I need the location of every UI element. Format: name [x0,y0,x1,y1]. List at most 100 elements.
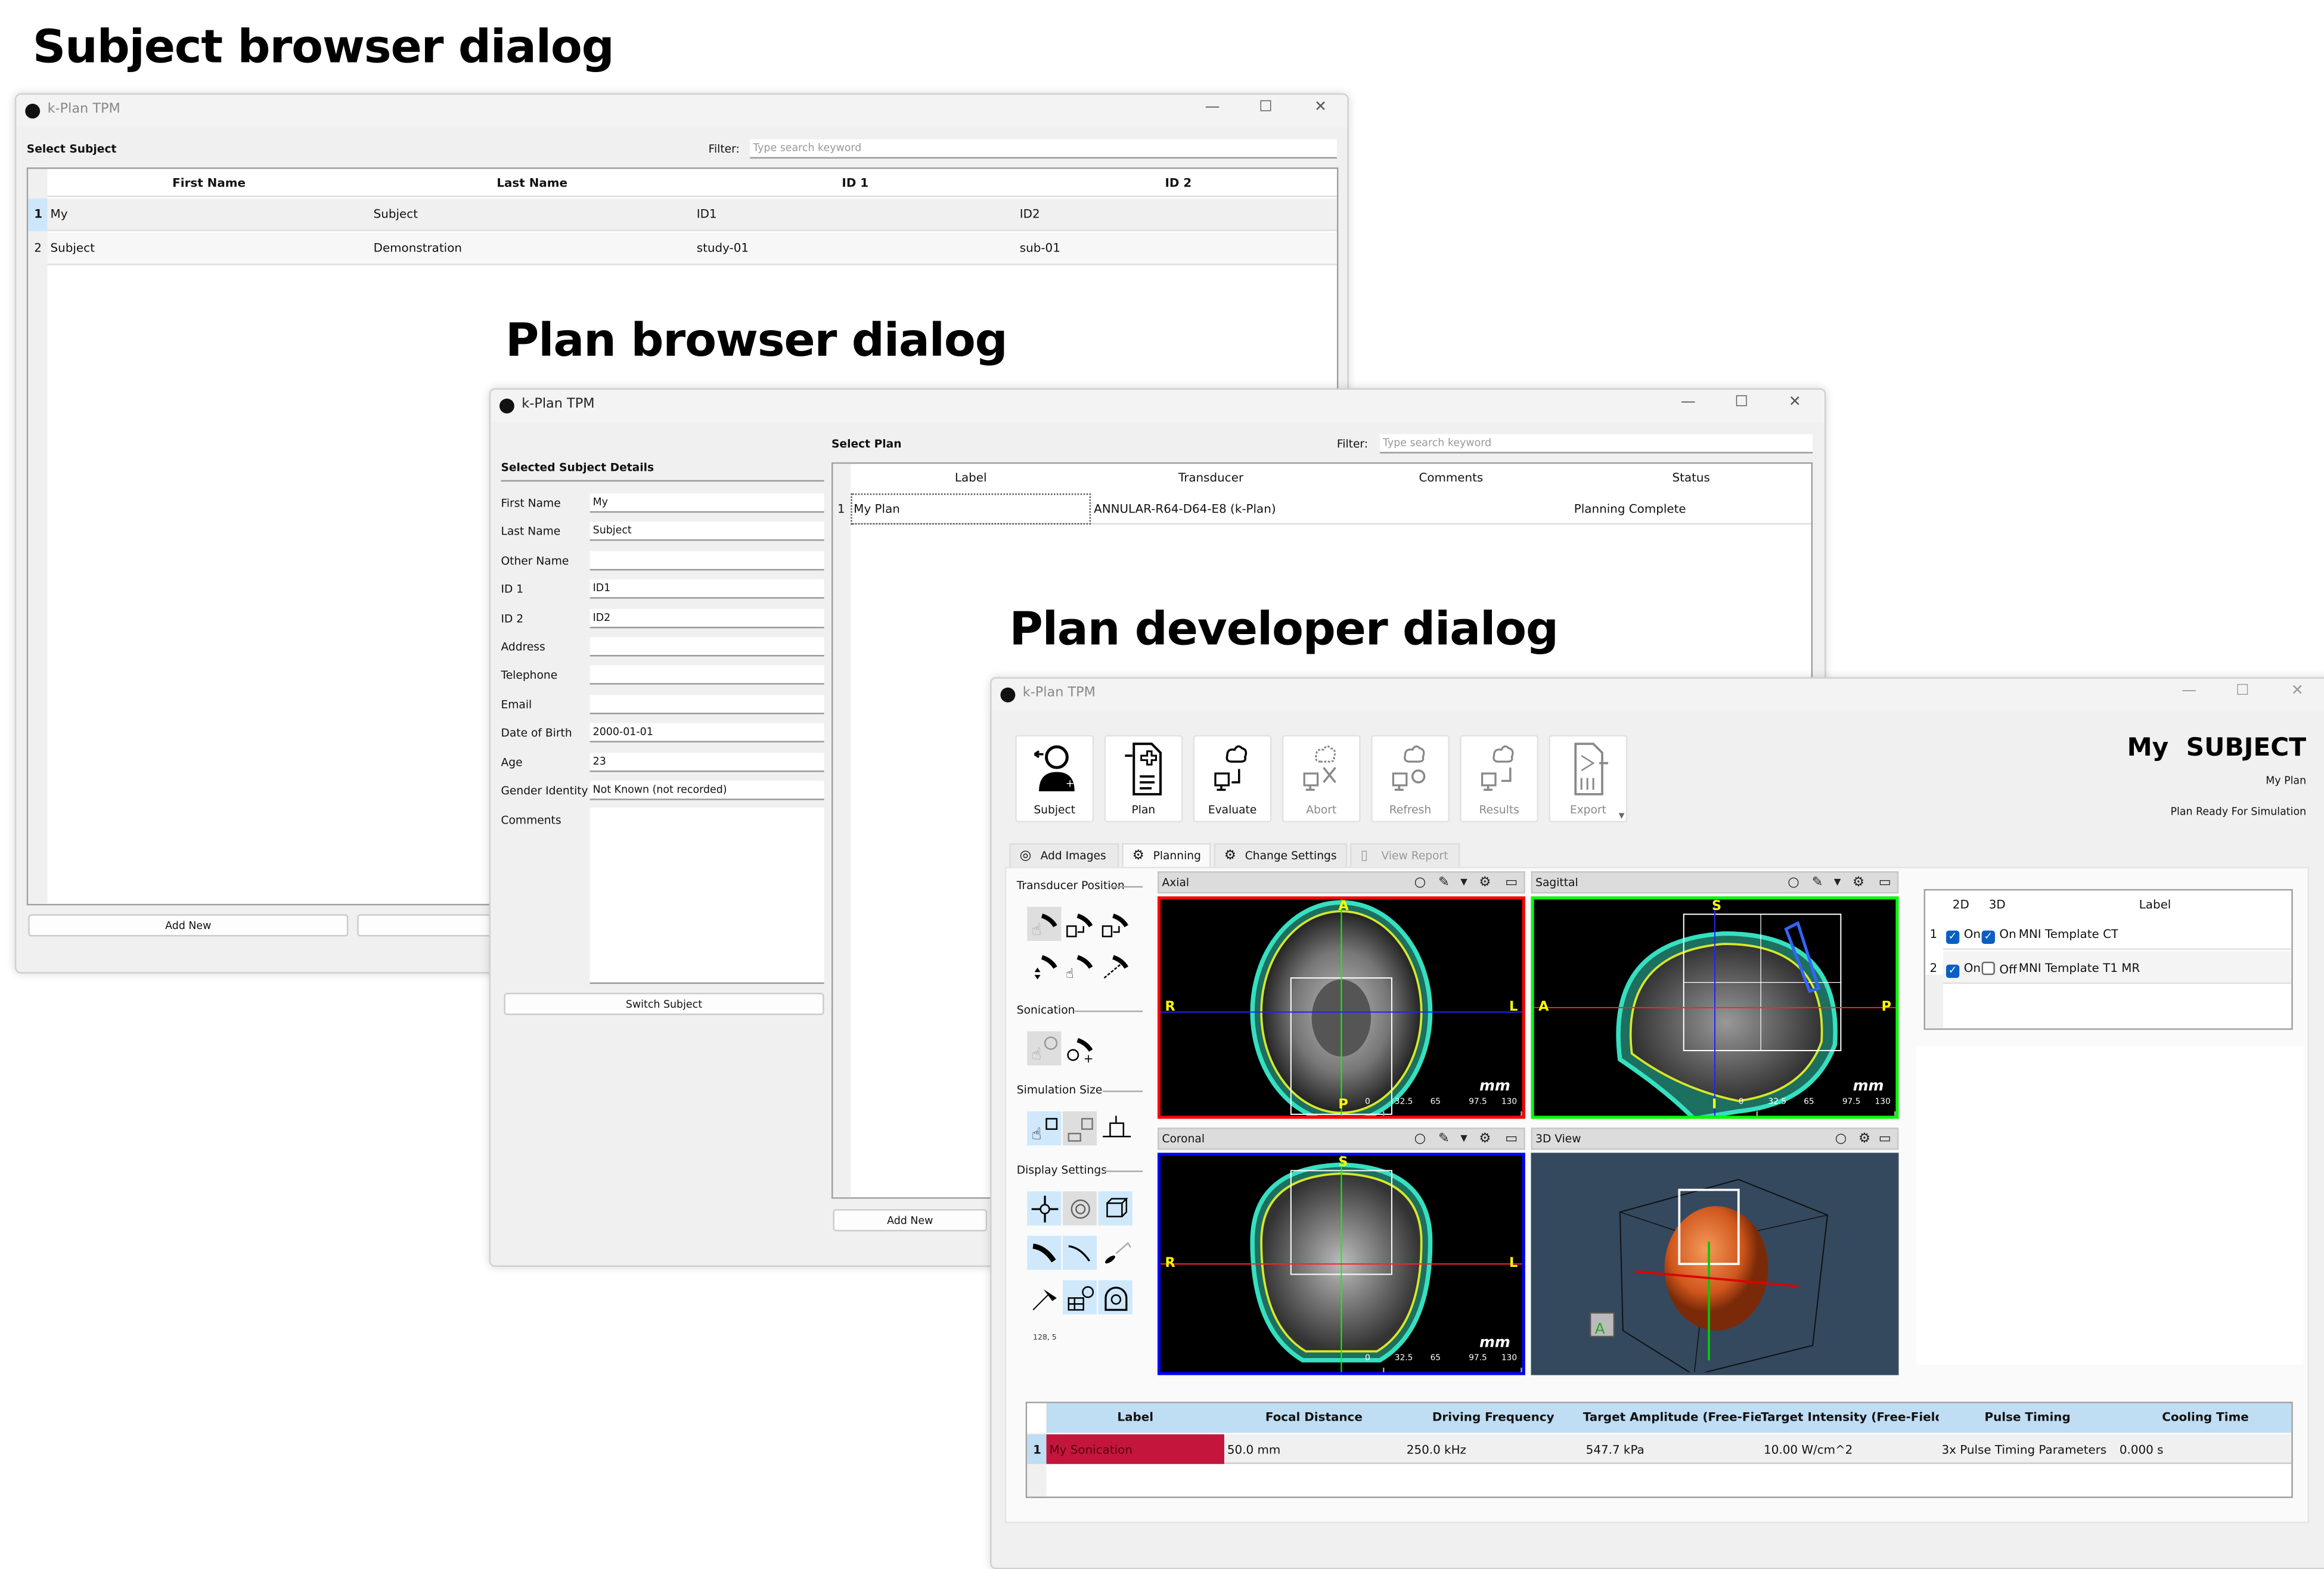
column-header[interactable]: First Name [48,176,371,189]
comments-textarea[interactable] [589,807,824,984]
column-header[interactable]: Label [851,471,1091,484]
table-row[interactable] [47,198,1337,231]
copy-transducer-tool[interactable] [1099,907,1132,941]
transducer-outline-tool[interactable] [1062,1235,1097,1270]
transducer-axis-tool[interactable] [1027,1280,1061,1314]
maximize-button[interactable]: ☐ [1251,100,1281,116]
dropdown-arrow-icon[interactable]: ▼ [1460,874,1467,892]
cell-transducer[interactable]: ANNULAR-R64-D64-E8 (k-Plan) [1094,502,1276,515]
checkbox-icon[interactable] [1981,961,1995,975]
checkbox-icon[interactable]: ✓ [1946,964,1960,978]
cell-id2[interactable]: ID2 [1020,207,1040,220]
cell-first-name[interactable]: Subject [51,241,95,254]
plan-search-input[interactable]: Type search keyword [1380,434,1813,453]
field-input[interactable]: My [589,493,824,513]
field-input[interactable] [589,551,824,570]
column-header[interactable]: Driving Frequency [1404,1410,1583,1424]
maximize-button[interactable]: ☐ [2227,683,2257,699]
dropdown-arrow-icon[interactable]: ▼ [1460,1130,1467,1148]
cell-label[interactable]: My Plan [854,502,900,515]
add-new-subject-button[interactable]: Add New [28,914,349,937]
axial-viewport[interactable]: A R L Pmm 0 32.5 65 97.5 130 [1158,896,1525,1119]
mri-scanner-tool[interactable] [1098,1280,1132,1315]
layer-3d-toggle[interactable]: ✓ On [1981,928,2016,944]
toolbar-refresh-button[interactable]: Refresh [1371,735,1450,823]
field-input[interactable] [589,637,824,657]
layer-3d-toggle[interactable]: Off [1981,961,2017,977]
maximize-view-icon[interactable]: ▭ [1879,874,1891,892]
minimize-button[interactable]: — [2174,683,2204,699]
field-input[interactable]: 2000-01-01 [589,723,824,743]
focus-distance-tool[interactable] [1099,948,1132,982]
column-header-3d[interactable]: 3D [1979,898,2016,911]
move-transducer-tool[interactable] [1027,948,1061,982]
reset-view-icon[interactable]: ○ [1835,1130,1847,1148]
column-header[interactable]: Comments [1331,471,1571,484]
simulation-size-input-tool[interactable] [1062,1111,1097,1146]
layer-2d-toggle[interactable]: ✓ On [1946,928,1981,944]
pen-tool-icon[interactable]: ✎ [1812,874,1823,892]
close-button[interactable]: ✕ [1780,394,1810,410]
tab-planning[interactable]: ⚙ Planning [1122,843,1211,867]
column-header[interactable]: Pulse Timing [1938,1410,2116,1424]
toolbar-export-button[interactable]: Export ▼ [1549,735,1628,823]
field-input[interactable]: Not Known (not recorded) [589,781,824,800]
column-header[interactable]: Focal Distance [1224,1410,1404,1424]
field-input[interactable]: ID1 [589,579,824,599]
field-input[interactable]: Subject [589,522,824,542]
cell-id1[interactable]: study-01 [697,241,749,254]
sonication-cell[interactable]: 547.7 kPa [1586,1443,1760,1456]
toolbar-evaluate-button[interactable]: Evaluate [1193,735,1272,823]
switch-subject-button[interactable]: Switch Subject [504,993,824,1015]
column-header-label[interactable]: Label [2016,898,2292,911]
reset-view-icon[interactable]: ○ [1788,874,1799,892]
3d-view-viewport[interactable]: A [1531,1152,1899,1375]
layer-label[interactable]: MNI Template CT [2019,928,2118,941]
cell-id1[interactable]: ID1 [697,207,717,220]
column-header[interactable]: Target Amplitude (Free-Field) [1583,1410,1761,1424]
checkbox-icon[interactable]: ✓ [1946,930,1960,944]
select-sonication-tool[interactable]: ☝ [1027,1031,1062,1065]
sonication-cell[interactable]: 10.00 W/cm^2 [1764,1443,1937,1456]
focus-target-tool[interactable] [1062,1191,1097,1226]
column-header[interactable]: Target Intensity (Free-Field) [1761,1410,1938,1424]
coronal-viewport[interactable]: S R Lmm 0 32.5 65 97.5 130 [1158,1152,1525,1375]
view-settings-gear-icon[interactable]: ⚙ [1853,874,1864,892]
pen-tool-icon[interactable]: ✎ [1438,1130,1450,1148]
select-simulation-size-tool[interactable]: ☝ [1027,1111,1062,1146]
select-transducer-tool[interactable]: ☝ [1027,906,1062,941]
maximize-view-icon[interactable]: ▭ [1879,1130,1891,1148]
layer-2d-toggle[interactable]: ✓ On [1946,962,1981,978]
transducer-solid-tool[interactable] [1027,1235,1062,1270]
toolbar-subject-button[interactable]: + Subject [1015,735,1094,823]
column-header[interactable]: Transducer [1091,471,1331,484]
column-header[interactable]: Status [1571,471,1811,484]
simulation-size-center-tool[interactable] [1099,1111,1132,1145]
sonication-cell[interactable]: 0.000 s [2120,1443,2291,1456]
cell-last-name[interactable]: Demonstration [374,241,462,254]
pen-tool-icon[interactable]: ✎ [1438,874,1450,892]
tab-change-settings[interactable]: ⚙ Change Settings [1214,843,1348,867]
grid-target-tool[interactable] [1062,1280,1097,1315]
sonication-cell[interactable]: My Sonication [1050,1443,1223,1456]
toolbar-plan-button[interactable]: Plan [1104,735,1183,823]
dropdown-arrow-icon[interactable]: ▼ [1834,874,1841,892]
checkbox-icon[interactable]: ✓ [1981,930,1995,944]
maximize-button[interactable]: ☐ [1727,394,1757,410]
tab-add-images[interactable]: ◎ Add Images [1009,843,1119,867]
dropdown-arrow-icon[interactable]: ▼ [1619,812,1625,821]
field-input[interactable] [589,666,824,685]
subject-search-input[interactable]: Type search keyword [750,139,1337,159]
reset-view-icon[interactable]: ○ [1414,1130,1426,1148]
reset-view-icon[interactable]: ○ [1414,874,1426,892]
paste-transducer-tool[interactable] [1063,907,1097,941]
column-header[interactable]: ID 2 [1017,176,1337,189]
cell-status[interactable]: Planning Complete [1574,502,1686,515]
bounding-box-tool[interactable] [1098,1191,1132,1226]
maximize-view-icon[interactable]: ▭ [1505,1130,1518,1148]
maximize-view-icon[interactable]: ▭ [1505,874,1518,892]
column-header[interactable]: Cooling Time [2117,1410,2291,1424]
add-new-plan-button[interactable]: Add New [833,1209,988,1232]
cell-id2[interactable]: sub-01 [1020,241,1060,254]
sonication-cell[interactable]: 50.0 mm [1227,1443,1402,1456]
